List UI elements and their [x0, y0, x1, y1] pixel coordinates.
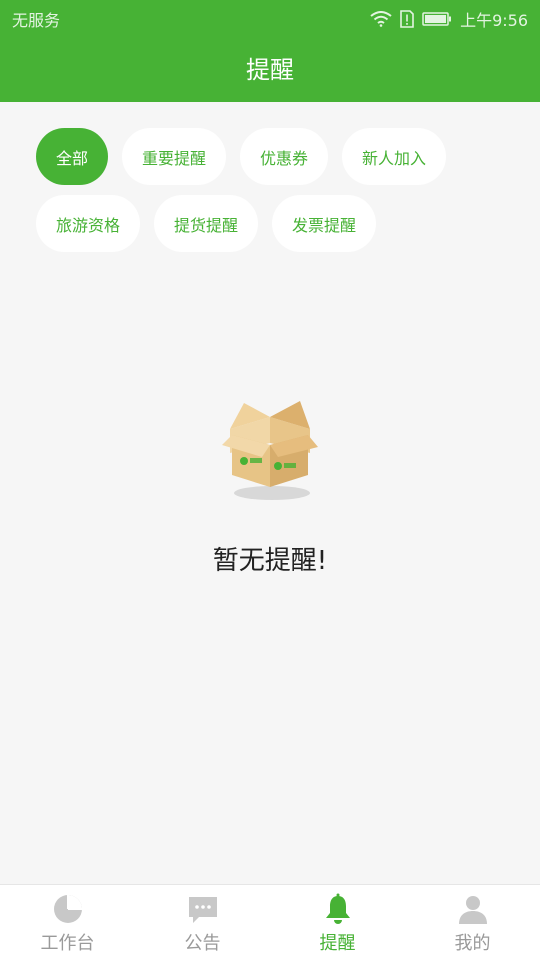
bottom-nav: 工作台 公告 提醒 我的 — [0, 884, 540, 960]
battery-icon — [422, 12, 452, 26]
wifi-icon — [370, 11, 392, 27]
bell-icon — [325, 893, 350, 924]
filter-chip-coupon[interactable]: 优惠券 — [240, 128, 329, 185]
filter-chip-pickup[interactable]: 提货提醒 — [154, 195, 259, 252]
nav-label: 我的 — [454, 933, 491, 954]
status-icons: 上午9:56 — [370, 7, 528, 31]
page-title: 提醒 — [246, 56, 294, 84]
carrier-text: 无服务 — [12, 11, 61, 30]
nav-label: 提醒 — [319, 933, 356, 954]
empty-state: 暂无提醒! — [0, 395, 540, 577]
top-bar: 无服务 上午9:56 提醒 — [0, 0, 540, 102]
filter-chip-important[interactable]: 重要提醒 — [122, 128, 227, 185]
sim-alert-icon — [400, 10, 414, 28]
filter-chip-invoice[interactable]: 发票提醒 — [272, 195, 377, 252]
nav-item-mine[interactable]: 我的 — [405, 885, 540, 960]
filter-chip-travel[interactable]: 旅游资格 — [36, 195, 141, 252]
empty-box-icon — [222, 401, 318, 500]
nav-item-announcement[interactable]: 公告 — [135, 885, 270, 960]
nav-label: 工作台 — [40, 933, 95, 954]
filter-chips: 全部 重要提醒 优惠券 新人加入 旅游资格 提货提醒 发票提醒 — [36, 128, 516, 252]
user-icon — [458, 896, 487, 924]
pie-chart-icon — [53, 895, 82, 923]
status-bar: 无服务 上午9:56 — [0, 0, 540, 38]
filter-chip-new-member[interactable]: 新人加入 — [342, 128, 447, 185]
chat-bubble-icon — [188, 897, 217, 923]
nav-label: 公告 — [184, 933, 221, 954]
nav-item-reminder[interactable]: 提醒 — [270, 885, 405, 960]
empty-message: 暂无提醒! — [212, 546, 328, 576]
status-time: 上午9:56 — [460, 11, 528, 30]
filter-chip-all[interactable]: 全部 — [36, 128, 109, 185]
nav-item-workbench[interactable]: 工作台 — [0, 885, 135, 960]
